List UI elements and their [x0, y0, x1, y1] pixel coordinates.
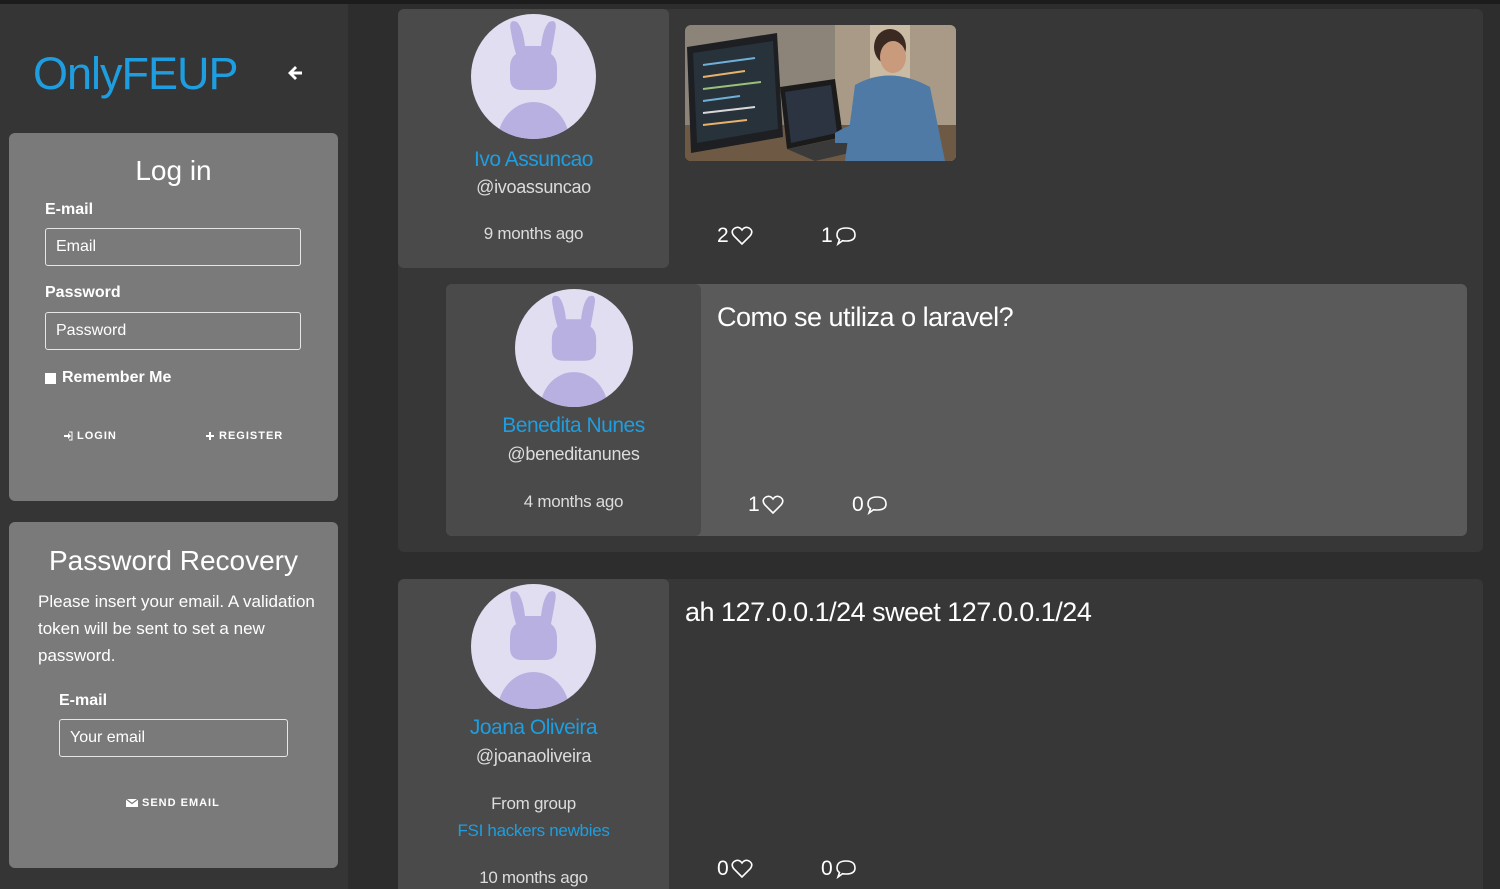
avatar[interactable] — [515, 289, 633, 407]
like-count: 2 — [717, 224, 729, 247]
comment-button[interactable]: 1 — [821, 224, 857, 248]
post-card: Ivo Assuncao @ivoassuncao 9 months ago 2… — [398, 9, 1483, 552]
avatar[interactable] — [471, 14, 596, 139]
remember-me-checkbox[interactable]: Remember Me — [45, 369, 171, 387]
post-image[interactable] — [685, 25, 956, 161]
default-avatar-icon — [540, 295, 608, 407]
comment-button[interactable]: 0 — [821, 857, 857, 881]
author-name[interactable]: Ivo Assuncao — [398, 148, 669, 172]
email-field[interactable] — [45, 228, 301, 266]
author-name[interactable]: Joana Oliveira — [398, 716, 669, 740]
envelope-icon — [126, 798, 138, 807]
comment-reply-count: 0 — [852, 493, 864, 516]
email-label: E-mail — [45, 201, 94, 218]
checkbox-box — [45, 372, 56, 384]
login-button-label: LOGIN — [77, 430, 117, 442]
group-link[interactable]: FSI hackers newbies — [398, 821, 669, 841]
avatar[interactable] — [471, 584, 596, 709]
post-author-box: Joana Oliveira @joanaoliveira From group… — [398, 579, 669, 889]
plus-icon — [206, 432, 214, 440]
send-email-button[interactable]: SEND EMAIL — [126, 797, 220, 809]
post-card: Joana Oliveira @joanaoliveira From group… — [398, 579, 1483, 889]
speech-bubble-icon — [866, 496, 887, 515]
comment-text: Como se utiliza o laravel? — [717, 302, 1014, 332]
group-prefix: From group — [491, 794, 576, 813]
comment-like-button[interactable]: 1 — [748, 493, 784, 517]
sign-in-icon — [64, 431, 73, 441]
heart-icon — [731, 226, 753, 246]
comment-card: Benedita Nunes @beneditanunes 4 months a… — [446, 284, 1467, 536]
recovery-description: Please insert your email. A validation t… — [38, 592, 315, 665]
login-panel: Log in E-mail Password Remember Me LOGIN… — [9, 133, 338, 501]
brand-logo[interactable]: OnlyFEUP — [33, 48, 239, 100]
comment-like-count: 1 — [748, 493, 760, 516]
password-recovery-panel: Password Recovery Please insert your ema… — [9, 522, 338, 868]
sidebar: OnlyFEUP Log in E-mail Password Remember… — [0, 4, 348, 889]
post-photo-illustration — [685, 25, 956, 161]
send-email-label: SEND EMAIL — [142, 797, 220, 809]
author-handle: @ivoassuncao — [476, 177, 591, 197]
default-avatar-icon — [497, 21, 570, 139]
speech-bubble-icon — [835, 227, 856, 246]
heart-icon — [762, 495, 784, 515]
register-button[interactable]: REGISTER — [205, 430, 283, 442]
post-time: 10 months ago — [479, 868, 588, 887]
comment-time: 4 months ago — [523, 492, 624, 511]
comment-count: 1 — [821, 224, 833, 247]
login-title: Log in — [135, 155, 212, 186]
like-count: 0 — [717, 857, 729, 880]
arrow-left-icon — [288, 66, 302, 80]
like-button[interactable]: 2 — [717, 224, 753, 248]
comment-author-name[interactable]: Benedita Nunes — [446, 414, 701, 438]
recovery-title: Password Recovery — [49, 545, 298, 576]
recovery-email-label: E-mail — [59, 692, 108, 709]
comment-author-handle: @beneditanunes — [507, 444, 640, 464]
like-button[interactable]: 0 — [717, 857, 753, 881]
password-label: Password — [45, 284, 121, 301]
speech-bubble-icon — [835, 860, 856, 879]
comment-count: 0 — [821, 857, 833, 880]
remember-me-label: Remember Me — [62, 369, 172, 386]
post-time: 9 months ago — [483, 224, 584, 243]
post-author-box: Ivo Assuncao @ivoassuncao 9 months ago — [398, 9, 669, 268]
heart-icon — [731, 859, 753, 879]
collapse-sidebar-button[interactable] — [284, 62, 306, 84]
post-text: ah 127.0.0.1/24 sweet 127.0.0.1/24 — [685, 597, 1092, 627]
recovery-email-field[interactable] — [59, 719, 288, 757]
register-button-label: REGISTER — [219, 430, 284, 442]
author-handle: @joanaoliveira — [475, 746, 592, 766]
default-avatar-icon — [497, 591, 570, 709]
login-button[interactable]: LOGIN — [63, 430, 117, 442]
password-field[interactable] — [45, 312, 301, 350]
comment-reply-button[interactable]: 0 — [852, 493, 888, 517]
comment-author-box: Benedita Nunes @beneditanunes 4 months a… — [446, 284, 701, 536]
